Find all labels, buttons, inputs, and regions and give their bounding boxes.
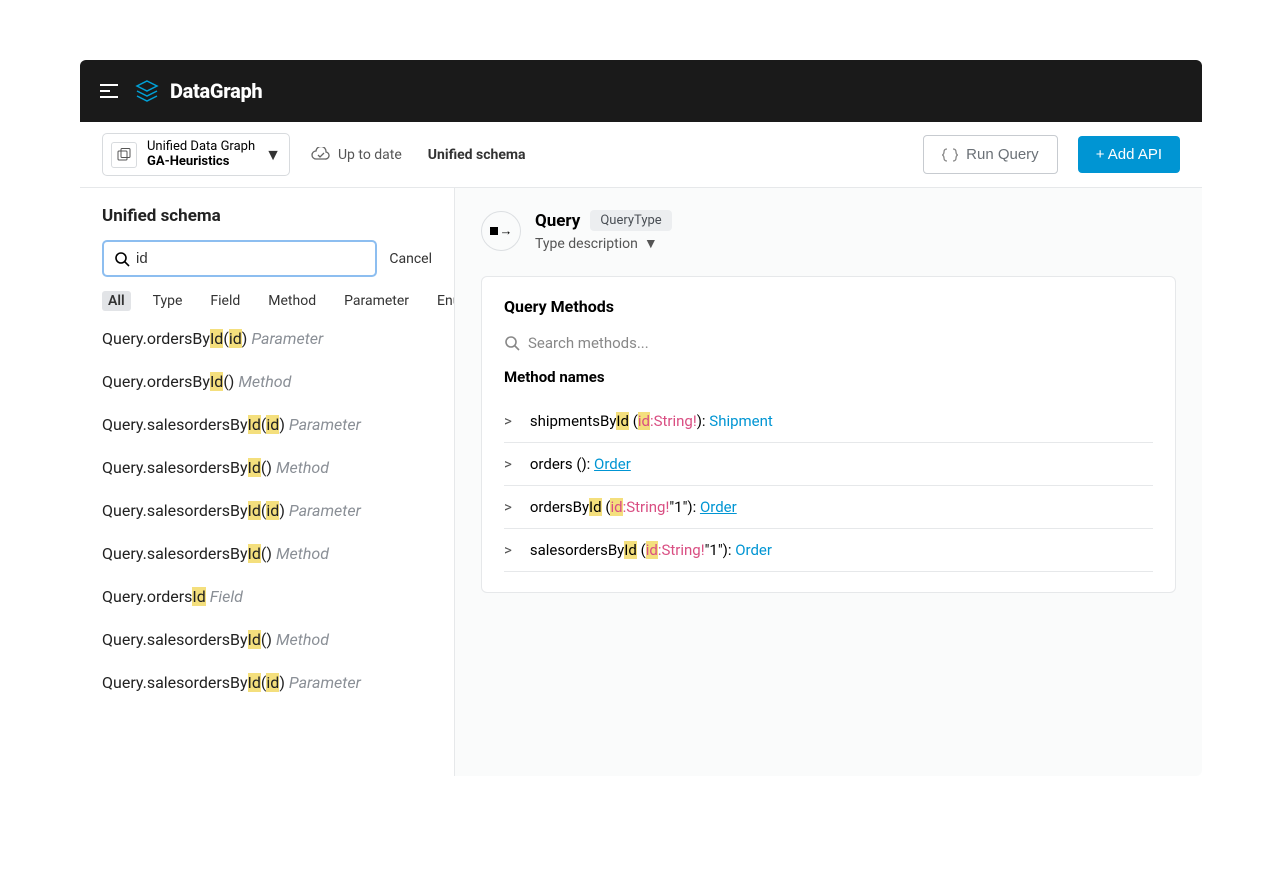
methods-search[interactable]: Search methods... [504, 334, 1153, 352]
search-result[interactable]: Query.ordersById(id)Parameter [102, 329, 432, 348]
expand-chevron-icon[interactable]: > [504, 412, 512, 430]
type-name: Query [535, 211, 580, 231]
run-query-button[interactable]: Run Query [923, 135, 1058, 174]
sidebar-search[interactable] [102, 240, 377, 277]
sidebar-search-input[interactable] [136, 250, 365, 267]
product-logo: DataGraph [134, 78, 262, 104]
filter-tab-parameter[interactable]: Parameter [338, 291, 415, 311]
cloud-check-icon [310, 147, 330, 163]
search-result[interactable]: Query.salesordersById()Method [102, 630, 432, 649]
type-badge: QueryType [590, 210, 671, 231]
method-row: >orders (): Order [504, 443, 1153, 486]
search-result[interactable]: Query.salesordersById(id)Parameter [102, 673, 432, 692]
methods-search-placeholder: Search methods... [528, 334, 649, 352]
graph-name-line1: Unified Data Graph [147, 140, 255, 155]
search-result[interactable]: Query.salesordersById()Method [102, 458, 432, 477]
search-icon [504, 335, 520, 351]
sidebar-title: Unified schema [102, 206, 432, 226]
method-row: >salesordersById (id:String!"1"): Order [504, 529, 1153, 572]
add-api-button[interactable]: + Add API [1078, 136, 1180, 173]
return-type-link[interactable]: Order [594, 455, 631, 473]
expand-chevron-icon[interactable]: > [504, 498, 512, 516]
search-result[interactable]: Query.ordersById()Method [102, 372, 432, 391]
graph-name-line2: GA-Heuristics [147, 155, 255, 170]
search-result[interactable]: Query.salesordersById(id)Parameter [102, 501, 432, 520]
filter-tab-type[interactable]: Type [147, 291, 189, 311]
filter-tab-field[interactable]: Field [204, 291, 246, 311]
search-result[interactable]: Query.salesordersById()Method [102, 544, 432, 563]
methods-card-title: Query Methods [504, 297, 1153, 316]
filter-tab-enum[interactable]: Enum [431, 291, 455, 311]
filter-tab-method[interactable]: Method [262, 291, 322, 311]
return-type-link[interactable]: Order [735, 541, 772, 559]
method-row: >ordersById (id:String!"1"): Order [504, 486, 1153, 529]
methods-col-header: Method names [504, 368, 1153, 386]
product-name: DataGraph [170, 79, 262, 103]
logo-mark-icon [134, 78, 160, 104]
search-result[interactable]: Query.salesordersById(id)Parameter [102, 415, 432, 434]
search-cancel[interactable]: Cancel [389, 251, 432, 267]
expand-chevron-icon[interactable]: > [504, 455, 512, 473]
graph-copy-icon [111, 142, 137, 168]
query-type-icon: → [481, 211, 521, 251]
method-row: >shipmentsById (id:String!): Shipment [504, 400, 1153, 443]
graph-selector[interactable]: Unified Data Graph GA-Heuristics ▼ [102, 133, 290, 177]
filter-tab-all[interactable]: All [102, 291, 131, 311]
expand-chevron-icon[interactable]: > [504, 541, 512, 559]
chevron-down-icon: ▼ [265, 145, 281, 165]
braces-icon [942, 148, 958, 162]
menu-icon[interactable] [100, 84, 118, 98]
type-description-toggle[interactable]: Type description ▼ [535, 235, 672, 252]
return-type-link[interactable]: Order [700, 498, 737, 516]
return-type-link[interactable]: Shipment [709, 412, 773, 430]
chevron-down-icon: ▼ [644, 235, 658, 252]
sync-status-text: Up to date [338, 147, 402, 163]
search-result[interactable]: Query.ordersIdField [102, 587, 432, 606]
breadcrumb-schema: Unified schema [428, 147, 526, 163]
sync-status: Up to date [310, 147, 402, 163]
search-icon [114, 251, 130, 267]
